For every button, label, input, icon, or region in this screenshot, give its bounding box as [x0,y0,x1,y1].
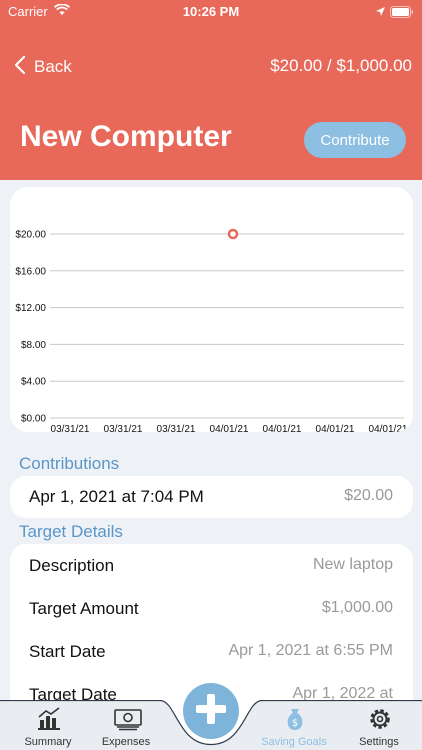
page-title: New Computer [20,120,232,153]
tab-expenses[interactable]: Expenses [86,706,166,750]
plus-icon [194,692,228,731]
header: Carrier 10:26 PM Back $20.00 / $1,000.00… [0,0,422,180]
add-button[interactable] [183,683,239,739]
chart-card: $20.00 $16.00 $12.00 $8.00 $4.00 $0.00 03/31/2… [10,187,413,432]
target-details-heading: Target Details [19,522,123,541]
detail-label: Description [29,556,115,575]
detail-label: Target Amount [29,599,139,618]
contributions-heading: Contributions [19,454,120,473]
contributions-chart: $20.00 $16.00 $12.00 $8.00 $4.00 $0.00 03/31/2… [15,228,408,432]
detail-row-description: Description New laptop [10,544,413,587]
x-tick-label: 03/31/21 [104,424,143,432]
back-label: Back [34,57,72,76]
detail-row-start-date: Start Date Apr 1, 2021 at 6:55 PM [10,630,413,673]
x-tick-label: 03/31/21 [51,424,90,432]
chevron-left-icon [14,55,26,80]
contribution-row[interactable]: Apr 1, 2021 at 7:04 PM $20.00 [10,476,413,518]
detail-value: New laptop [312,556,393,573]
x-tick-label: 04/01/21 [316,424,355,432]
x-tick-label: 04/01/21 [210,424,249,432]
gear-icon [367,706,393,737]
svg-text:$: $ [292,718,298,729]
location-icon [375,5,386,20]
y-tick-label: $20.00 [15,230,46,241]
contribution-amount: $20.00 [344,487,393,504]
x-tick-label: 03/31/21 [157,424,196,432]
detail-value: Apr 1, 2021 at 6:55 PM [228,642,393,659]
money-icon [114,706,142,737]
tab-label: Summary [24,736,72,748]
battery-icon [390,6,414,21]
y-tick-label: $12.00 [15,303,46,314]
goal-progress: $20.00 / $1,000.00 [270,56,412,75]
money-bag-icon: $ [282,706,308,737]
tab-label: Saving Goals [261,736,327,748]
tab-saving-goals[interactable]: $ Saving Goals [254,706,334,750]
contributions-list: Apr 1, 2021 at 7:04 PM $20.00 [10,476,413,518]
contribute-button[interactable]: Contribute [304,122,406,158]
bar-chart-icon [36,706,62,737]
x-tick-label: 04/01/21 [369,424,408,432]
tab-summary[interactable]: Summary [8,706,88,750]
tab-settings[interactable]: Settings [339,706,419,750]
data-point[interactable] [227,228,239,240]
detail-label: Start Date [29,642,106,661]
x-tick-label: 04/01/21 [263,424,302,432]
y-tick-label: $16.00 [15,266,46,277]
back-button[interactable]: Back [14,54,72,80]
detail-value: $1,000.00 [321,599,393,616]
y-tick-label: $0.00 [21,414,46,425]
y-tick-label: $8.00 [21,340,46,351]
y-tick-label: $4.00 [21,377,46,388]
status-bar: Carrier 10:26 PM [0,0,422,24]
tab-label: Settings [359,736,399,748]
detail-row-target-amount: Target Amount $1,000.00 [10,587,413,630]
contribution-date: Apr 1, 2021 at 7:04 PM [29,487,204,506]
clock: 10:26 PM [182,4,240,19]
tab-label: Expenses [101,736,151,748]
